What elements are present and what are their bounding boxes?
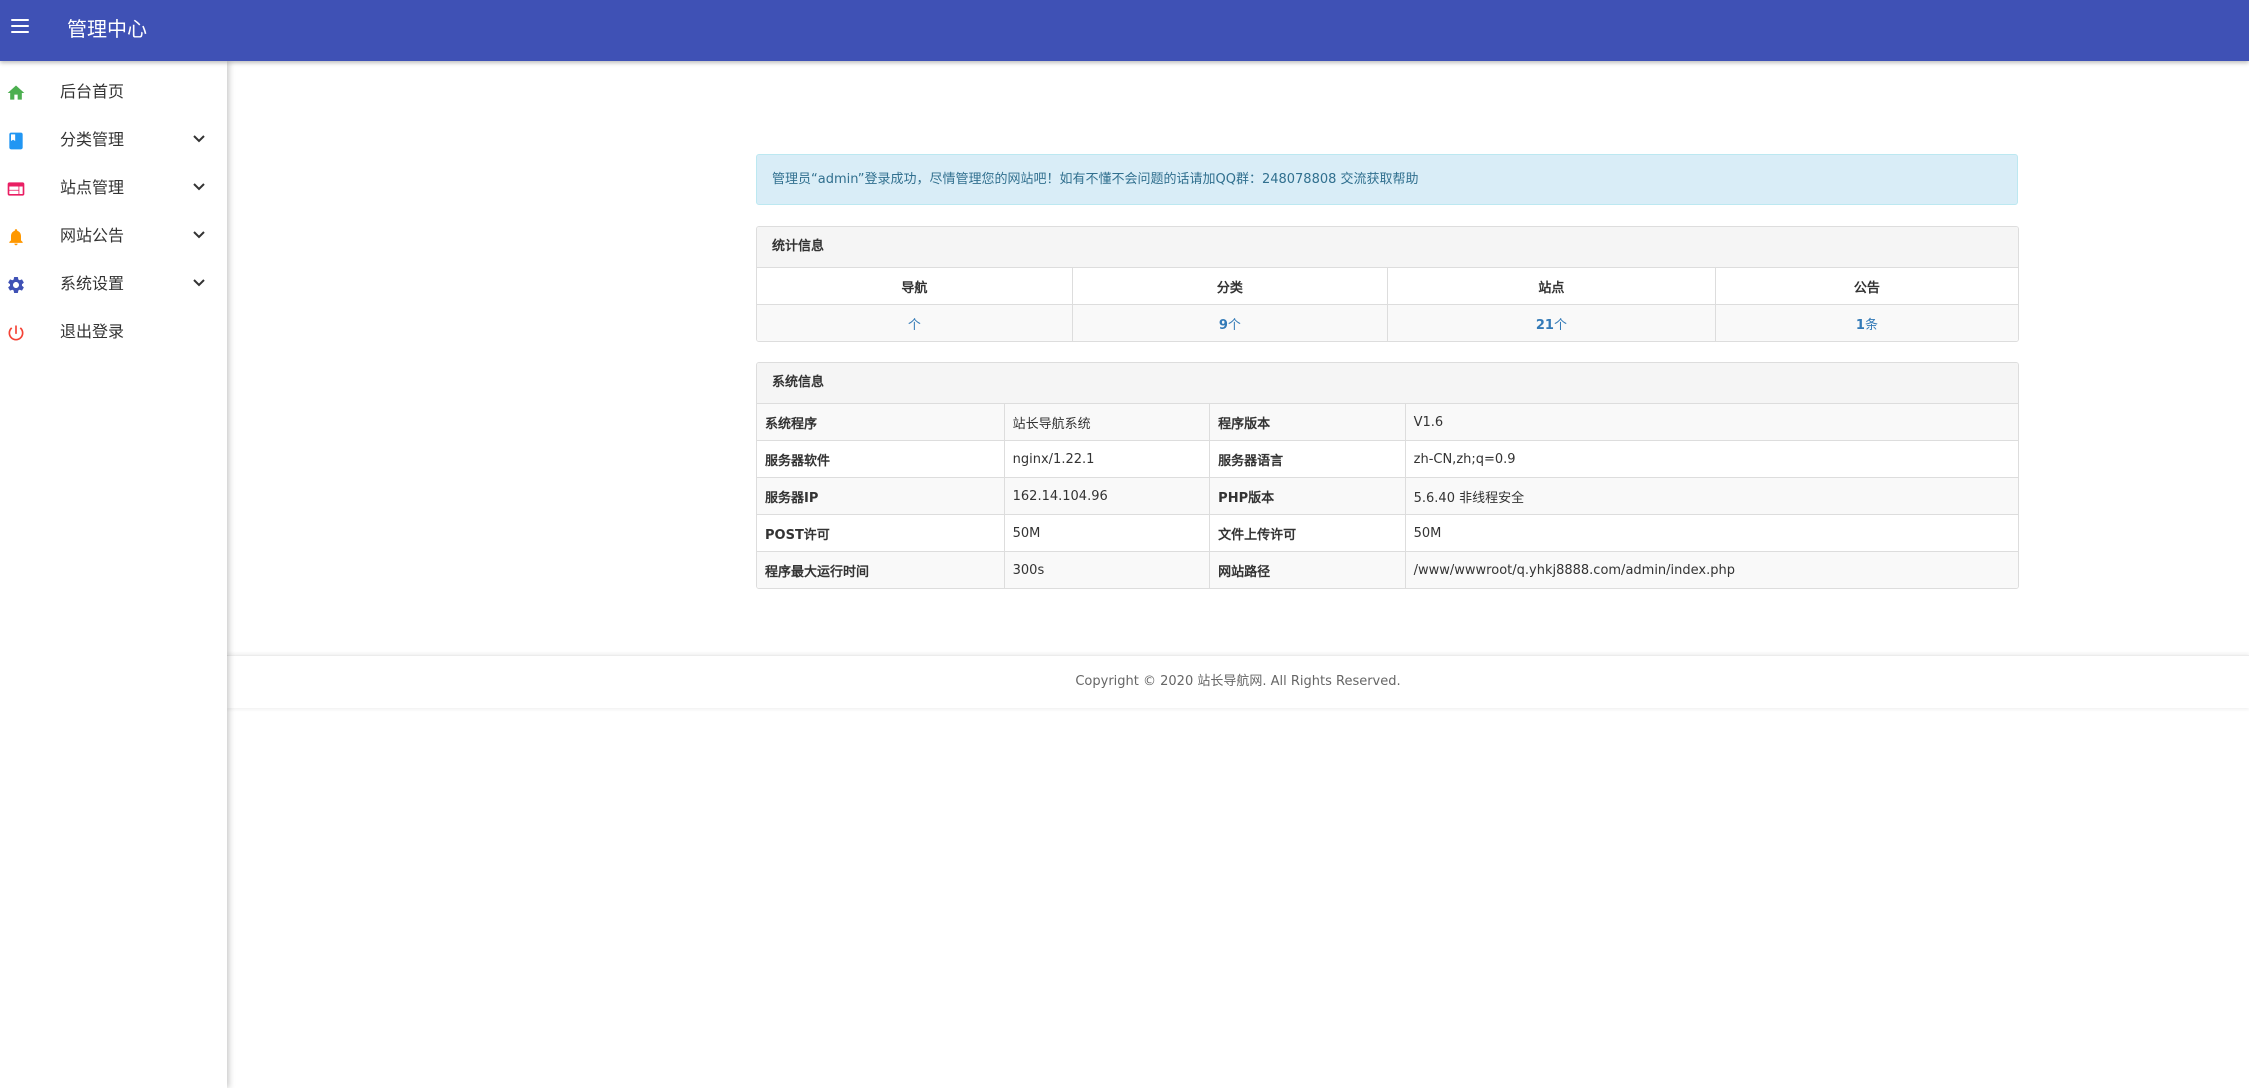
app-title: 管理中心 xyxy=(67,17,147,41)
chevron-down-icon[interactable] xyxy=(192,230,206,240)
sidebar-item-label: 退出登录 xyxy=(60,322,125,341)
login-alert: 管理员“admin”登录成功，尽情管理您的网站吧！如有不懂不会问题的话请加QQ群… xyxy=(756,154,2018,205)
sidebar-item-categories[interactable]: 分类管理 xyxy=(0,118,227,162)
info-key: PHP版本 xyxy=(1209,477,1406,515)
stats-value-nav: 个 xyxy=(757,304,1073,341)
info-value: V1.6 xyxy=(1404,404,2018,441)
stats-panel-title: 统计信息 xyxy=(757,227,2018,268)
info-value: 5.6.40 非线程安全 xyxy=(1404,477,2018,515)
sidebar-item-label: 网站公告 xyxy=(60,226,125,245)
sidebar-item-label: 后台首页 xyxy=(60,82,125,101)
table-row: 服务器软件 nginx/1.22.1 服务器语言 zh-CN,zh;q=0.9 xyxy=(757,440,2018,478)
power-icon xyxy=(6,323,26,343)
stats-table: 导航 分类 站点 公告 个 9个 21个 1条 xyxy=(757,268,2018,341)
stats-value-notice: 1条 xyxy=(1714,304,2018,341)
info-key: 程序最大运行时间 xyxy=(757,551,1005,588)
info-key: 文件上传许可 xyxy=(1209,514,1406,552)
footer-copyright: Copyright © 2020 站长导航网. All Rights Reser… xyxy=(227,655,2249,708)
info-key: 网站路径 xyxy=(1209,551,1406,588)
info-value: 50M xyxy=(1003,514,1211,552)
web-icon xyxy=(6,179,26,199)
info-key: POST许可 xyxy=(757,514,1005,552)
table-row: 服务器IP 162.14.104.96 PHP版本 5.6.40 非线程安全 xyxy=(757,477,2018,515)
sidebar: 后台首页 分类管理 站点管理 网站公告 系统设置 退出登录 xyxy=(0,61,227,1088)
system-info-table: 系统程序 站长导航系统 程序版本 V1.6 服务器软件 nginx/1.22.1… xyxy=(757,404,2018,588)
menu-icon[interactable] xyxy=(8,14,32,38)
system-info-title: 系统信息 xyxy=(757,363,2018,404)
sidebar-item-label: 站点管理 xyxy=(60,178,125,197)
chevron-down-icon[interactable] xyxy=(192,278,206,288)
gear-icon xyxy=(6,275,26,295)
sidebar-item-label: 系统设置 xyxy=(60,274,125,293)
sidebar-item-label: 分类管理 xyxy=(60,130,125,149)
sidebar-item-logout[interactable]: 退出登录 xyxy=(0,310,227,354)
app-bar: 管理中心 xyxy=(0,0,2249,61)
info-value: 300s xyxy=(1003,551,1211,588)
sidebar-item-settings[interactable]: 系统设置 xyxy=(0,262,227,306)
chevron-down-icon[interactable] xyxy=(192,182,206,192)
stats-header-category: 分类 xyxy=(1071,268,1389,305)
table-row: POST许可 50M 文件上传许可 50M xyxy=(757,514,2018,552)
info-value: 162.14.104.96 xyxy=(1003,477,1211,515)
home-icon xyxy=(6,83,26,103)
table-row: 系统程序 站长导航系统 程序版本 V1.6 xyxy=(757,404,2018,441)
sidebar-item-announcements[interactable]: 网站公告 xyxy=(0,214,227,258)
info-key: 服务器IP xyxy=(757,477,1005,515)
sidebar-item-sites[interactable]: 站点管理 xyxy=(0,166,227,210)
info-value: nginx/1.22.1 xyxy=(1003,440,1211,478)
info-value: zh-CN,zh;q=0.9 xyxy=(1404,440,2018,478)
stats-value-site: 21个 xyxy=(1387,304,1716,341)
stats-panel: 统计信息 导航 分类 站点 公告 个 9个 21个 1条 xyxy=(756,226,2019,342)
chevron-down-icon[interactable] xyxy=(192,134,206,144)
bell-icon xyxy=(6,227,26,247)
info-value: 50M xyxy=(1404,514,2018,552)
info-key: 系统程序 xyxy=(757,404,1005,441)
table-row: 程序最大运行时间 300s 网站路径 /www/wwwroot/q.yhkj88… xyxy=(757,551,2018,588)
sidebar-item-home[interactable]: 后台首页 xyxy=(0,70,227,114)
stats-value-category: 9个 xyxy=(1071,304,1389,341)
stats-header-site: 站点 xyxy=(1387,268,1716,305)
stats-header-notice: 公告 xyxy=(1714,268,2018,305)
system-info-panel: 系统信息 系统程序 站长导航系统 程序版本 V1.6 服务器软件 nginx/1… xyxy=(756,362,2019,589)
info-key: 服务器语言 xyxy=(1209,440,1406,478)
info-value: 站长导航系统 xyxy=(1003,404,1211,441)
info-key: 服务器软件 xyxy=(757,440,1005,478)
info-key: 程序版本 xyxy=(1209,404,1406,441)
stats-header-nav: 导航 xyxy=(757,268,1073,305)
info-value: /www/wwwroot/q.yhkj8888.com/admin/index.… xyxy=(1404,551,2018,588)
book-icon xyxy=(6,131,26,151)
